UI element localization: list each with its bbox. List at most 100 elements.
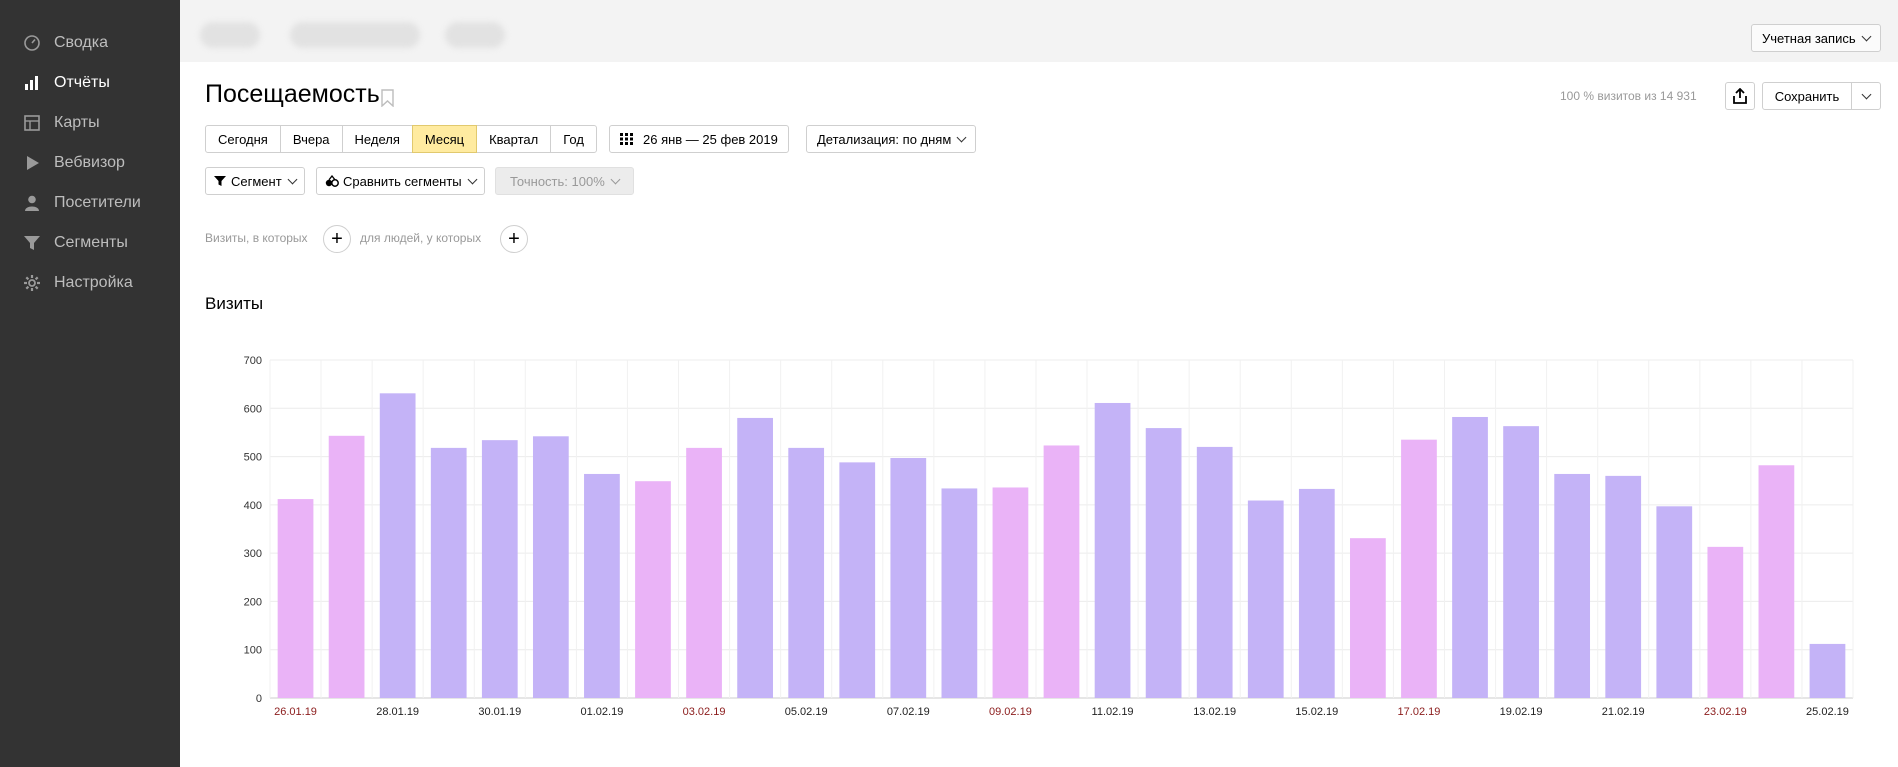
sidebar-item-maps[interactable]: Карты (0, 104, 180, 142)
chevron-down-icon (467, 174, 478, 184)
sidebar-item-label: Сегменты (54, 234, 128, 251)
x-tick-label: 09.02.19 (989, 706, 1032, 718)
period-today[interactable]: Сегодня (205, 125, 281, 153)
add-visits-condition-button[interactable]: + (323, 225, 351, 253)
page-title: Посещаемость (205, 80, 380, 108)
date-range-button[interactable]: 26 янв — 25 фев 2019 (609, 125, 789, 153)
x-tick-label: 26.01.19 (274, 706, 317, 718)
x-tick-label: 03.02.19 (683, 706, 726, 718)
sidebar-item-settings[interactable]: Настройка (0, 264, 180, 302)
sidebar-item-label: Отчёты (54, 74, 110, 91)
bar-15.02.19 (1298, 488, 1335, 698)
bar-01.02.19 (584, 473, 620, 698)
bar-31.01.19 (532, 436, 569, 698)
sidebar-item-label: Карты (54, 114, 100, 131)
bar-18.02.19 (1452, 416, 1488, 698)
x-tick-label: 19.02.19 (1500, 706, 1543, 718)
bar-26.01.19 (277, 499, 314, 698)
add-people-condition-button[interactable]: + (500, 225, 528, 253)
sidebar-item-segments[interactable]: Сегменты (0, 224, 180, 262)
bar-29.01.19 (430, 447, 467, 698)
calendar-icon (620, 133, 633, 145)
play-icon (22, 153, 42, 173)
x-tick-label: 21.02.19 (1602, 706, 1645, 718)
bar-10.02.19 (1043, 445, 1080, 698)
account-button[interactable]: Учетная запись (1751, 24, 1881, 52)
sidebar: Сводка Отчёты Карты Вебвизор Посетители … (0, 0, 180, 767)
sidebar-item-label: Сводка (54, 34, 109, 51)
blurred-breadcrumb (290, 22, 420, 48)
share-icon (1733, 88, 1747, 104)
person-icon (22, 193, 42, 213)
detail-dropdown[interactable]: Детализация: по дням (806, 125, 977, 153)
y-tick-label: 500 (244, 452, 262, 464)
bar-17.02.19 (1401, 439, 1437, 698)
visits-chart: 0 100 200 300 400 500 600 700 26.01.19 28.01.19 30… (240, 345, 1860, 740)
x-tick-label: 05.02.19 (785, 706, 828, 718)
period-selector: Сегодня Вчера Неделя Месяц Квартал Год (205, 125, 597, 153)
period-yesterday[interactable]: Вчера (279, 125, 343, 153)
blurred-breadcrumb (445, 22, 505, 48)
sidebar-item-label: Вебвизор (54, 154, 125, 171)
x-tick-label: 17.02.19 (1398, 706, 1441, 718)
chevron-down-icon (287, 174, 298, 184)
sidebar-item-webvisor[interactable]: Вебвизор (0, 144, 180, 182)
bar-14.02.19 (1247, 500, 1284, 698)
bar-21.02.19 (1605, 475, 1642, 698)
map-grid-icon (22, 113, 42, 133)
bar-23.02.19 (1707, 546, 1744, 698)
bar-24.02.19 (1758, 465, 1795, 698)
bar-06.02.19 (839, 462, 876, 698)
bar-28.01.19 (379, 393, 416, 698)
x-tick-label: 01.02.19 (581, 706, 624, 718)
save-options-button[interactable] (1851, 82, 1881, 110)
y-tick-label: 600 (244, 403, 262, 415)
bar-22.02.19 (1656, 506, 1693, 698)
sidebar-item-label: Настройка (54, 274, 133, 291)
bar-09.02.19 (992, 487, 1029, 698)
y-tick-label: 200 (244, 596, 262, 608)
y-tick-label: 300 (244, 548, 262, 560)
bar-20.02.19 (1554, 473, 1591, 698)
period-year[interactable]: Год (550, 125, 597, 153)
bar-25.02.19 (1809, 643, 1846, 698)
gear-icon (22, 273, 42, 293)
plus-icon: + (331, 227, 343, 250)
bar-19.02.19 (1503, 426, 1539, 698)
visits-filter-label: Визиты, в которых (205, 231, 308, 245)
period-month[interactable]: Месяц (411, 125, 478, 153)
x-tick-label: 30.01.19 (478, 706, 521, 718)
y-tick-label: 700 (244, 355, 262, 367)
x-tick-label: 13.02.19 (1193, 706, 1236, 718)
y-tick-label: 0 (256, 693, 262, 705)
sidebar-item-reports[interactable]: Отчёты (0, 64, 180, 102)
save-button[interactable]: Сохранить (1762, 82, 1852, 110)
chevron-down-icon (1861, 89, 1871, 99)
y-tick-label: 400 (244, 500, 262, 512)
bar-04.02.19 (737, 417, 773, 698)
gauge-icon (22, 33, 42, 53)
accuracy-dropdown[interactable]: Точность: 100% (495, 167, 634, 195)
bar-03.02.19 (686, 447, 722, 698)
bar-13.02.19 (1196, 446, 1233, 698)
blurred-breadcrumb (200, 22, 260, 48)
top-bar (180, 0, 1898, 62)
bar-27.01.19 (328, 435, 365, 698)
bar-chart-icon (22, 73, 42, 93)
y-tick-label: 100 (244, 645, 262, 657)
period-week[interactable]: Неделя (341, 125, 413, 153)
x-tick-label: 15.02.19 (1295, 706, 1338, 718)
bar-11.02.19 (1094, 402, 1131, 698)
bar-02.02.19 (635, 481, 671, 698)
compare-segments-dropdown[interactable]: Сравнить сегменты (316, 167, 485, 195)
bar-12.02.19 (1145, 428, 1182, 698)
segment-dropdown[interactable]: Сегмент (205, 167, 305, 195)
sidebar-item-visitors[interactable]: Посетители (0, 184, 180, 222)
period-quarter[interactable]: Квартал (476, 125, 552, 153)
export-button[interactable] (1725, 82, 1755, 110)
funnel-icon (214, 176, 226, 186)
sidebar-item-summary[interactable]: Сводка (0, 24, 180, 62)
chevron-down-icon (956, 132, 967, 142)
x-tick-label: 25.02.19 (1806, 706, 1849, 718)
bookmark-icon[interactable] (381, 89, 394, 107)
